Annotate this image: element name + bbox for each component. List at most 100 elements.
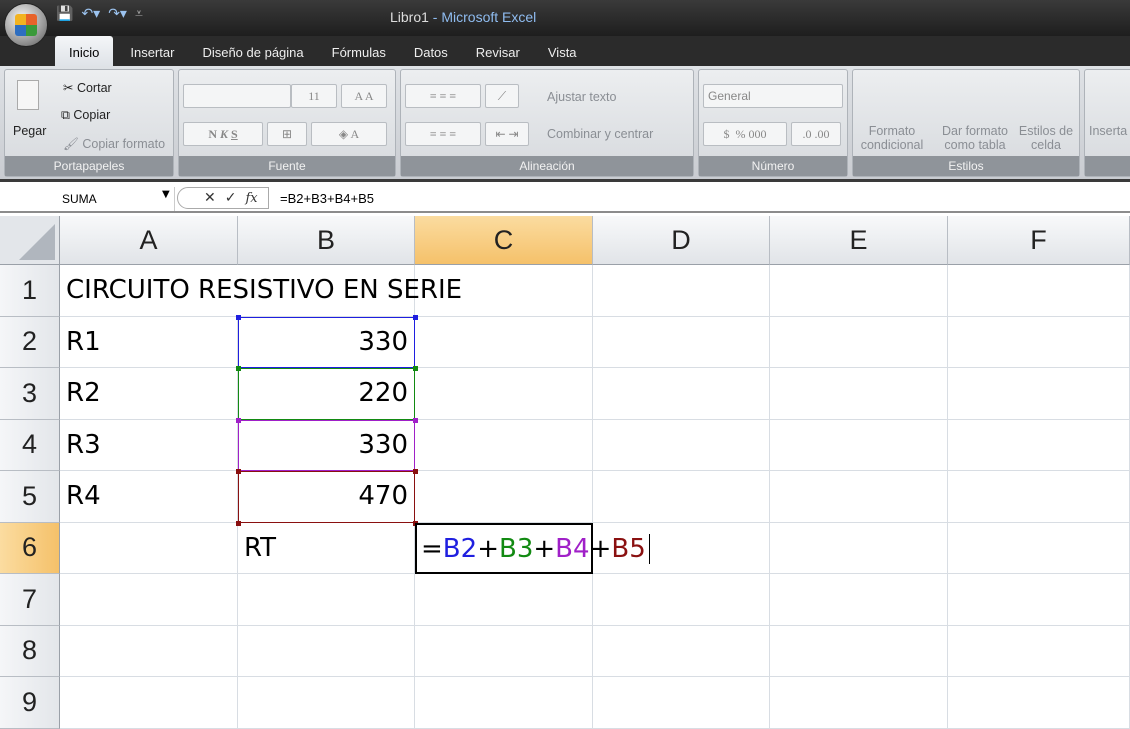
cell-C4[interactable] <box>415 419 593 471</box>
column-header-A[interactable]: A <box>60 216 238 265</box>
cell-E6[interactable] <box>770 522 948 574</box>
cell-A4[interactable]: R3 <box>60 419 238 471</box>
cell-C2[interactable] <box>415 316 593 368</box>
cell-D5[interactable] <box>593 471 770 523</box>
insert-function-icon[interactable]: fx <box>245 191 257 206</box>
name-box[interactable]: SUMA <box>0 187 175 211</box>
cell-A3[interactable]: R2 <box>60 368 238 420</box>
cell-A7[interactable] <box>60 574 238 626</box>
row-header-5[interactable]: 5 <box>0 471 60 523</box>
cell-A2[interactable]: R1 <box>60 316 238 368</box>
cell-E8[interactable] <box>770 625 948 677</box>
tab-datos[interactable]: Datos <box>400 36 462 66</box>
cell-E2[interactable] <box>770 316 948 368</box>
cell-F5[interactable] <box>948 471 1130 523</box>
cell-D2[interactable] <box>593 316 770 368</box>
column-header-B[interactable]: B <box>238 216 415 265</box>
cell-E3[interactable] <box>770 368 948 420</box>
copy-button[interactable]: ⧉ Copiar <box>61 108 110 123</box>
reference-handle[interactable] <box>236 469 241 474</box>
cell-C8[interactable] <box>415 625 593 677</box>
cell-C9[interactable] <box>415 677 593 729</box>
reference-handle[interactable] <box>236 417 241 423</box>
paste-button[interactable]: Pegar <box>13 124 46 138</box>
font-name-select[interactable] <box>183 84 291 108</box>
reference-handle[interactable] <box>413 366 418 371</box>
chevron-down-icon[interactable]: ▼ <box>162 189 170 200</box>
orientation-button[interactable]: ⟋ <box>485 84 519 108</box>
bold-italic-underline[interactable]: N K S <box>183 122 263 146</box>
merge-center-button[interactable]: Combinar y centrar <box>547 127 653 141</box>
font-size-select[interactable]: 11 <box>291 84 337 108</box>
cell-F2[interactable] <box>948 316 1130 368</box>
row-header-2[interactable]: 2 <box>0 316 60 368</box>
cell-E1[interactable] <box>770 265 948 317</box>
cell-B9[interactable] <box>238 677 415 729</box>
insert-cells-button[interactable]: Inserta <box>1089 124 1127 138</box>
cell-C3[interactable] <box>415 368 593 420</box>
active-cell-C6[interactable]: =B2+B3+B4+B5 <box>415 522 650 574</box>
cell-D7[interactable] <box>593 574 770 626</box>
enter-icon[interactable]: ✓ <box>225 190 237 206</box>
cell-A1[interactable]: CIRCUITO RESISTIVO EN SERIE <box>60 265 462 317</box>
tab-diseno-pagina[interactable]: Diseño de página <box>188 36 317 66</box>
cell-styles-button[interactable]: Estilos de celda <box>1015 124 1077 152</box>
cell-F3[interactable] <box>948 368 1130 420</box>
font-grow-shrink[interactable]: A A <box>341 84 387 108</box>
horizontal-align-buttons[interactable]: ≡ ≡ ≡ <box>405 122 481 146</box>
cell-F9[interactable] <box>948 677 1130 729</box>
indent-buttons[interactable]: ⇤ ⇥ <box>485 122 529 146</box>
row-header-9[interactable]: 9 <box>0 677 60 729</box>
tab-formulas[interactable]: Fórmulas <box>318 36 400 66</box>
cell-F1[interactable] <box>948 265 1130 317</box>
cell-D8[interactable] <box>593 625 770 677</box>
cell-A5[interactable]: R4 <box>60 471 238 523</box>
reference-handle[interactable] <box>413 314 418 320</box>
cancel-icon[interactable]: ✕ <box>204 190 216 206</box>
row-header-7[interactable]: 7 <box>0 574 60 626</box>
row-header-4[interactable]: 4 <box>0 419 60 471</box>
cell-D3[interactable] <box>593 368 770 420</box>
cell-F8[interactable] <box>948 625 1130 677</box>
cell-F6[interactable] <box>948 522 1130 574</box>
reference-handle[interactable] <box>413 469 418 474</box>
column-header-F[interactable]: F <box>948 216 1130 265</box>
tab-insertar[interactable]: Insertar <box>116 36 188 66</box>
row-header-1[interactable]: 1 <box>0 265 60 317</box>
number-format-buttons[interactable]: $ % 000 <box>703 122 787 146</box>
cell-A6[interactable] <box>60 522 238 574</box>
tab-inicio[interactable]: Inicio <box>55 36 114 66</box>
cell-F4[interactable] <box>948 419 1130 471</box>
row-header-3[interactable]: 3 <box>0 368 60 420</box>
select-all-button[interactable] <box>0 216 60 265</box>
tab-revisar[interactable]: Revisar <box>462 36 534 66</box>
cell-A9[interactable] <box>60 677 238 729</box>
cell-E7[interactable] <box>770 574 948 626</box>
decimal-buttons[interactable]: .0 .00 <box>791 122 841 146</box>
format-painter-button[interactable]: 🖌 Copiar formato <box>63 137 165 152</box>
number-format-select[interactable]: General <box>703 84 843 108</box>
cell-C7[interactable] <box>415 574 593 626</box>
cell-A8[interactable] <box>60 625 238 677</box>
column-header-C[interactable]: C <box>415 216 593 265</box>
cell-C5[interactable] <box>415 471 593 523</box>
row-header-6[interactable]: 6 <box>0 522 60 574</box>
format-as-table-button[interactable]: Dar formato como tabla <box>937 124 1013 152</box>
cell-B7[interactable] <box>238 574 415 626</box>
cell-D4[interactable] <box>593 419 770 471</box>
column-header-E[interactable]: E <box>770 216 948 265</box>
cell-E5[interactable] <box>770 471 948 523</box>
column-header-D[interactable]: D <box>593 216 770 265</box>
reference-handle[interactable] <box>236 520 241 526</box>
cut-button[interactable]: ✂ Cortar <box>63 80 112 95</box>
tab-vista[interactable]: Vista <box>534 36 591 66</box>
conditional-format-button[interactable]: Formato condicional <box>857 124 927 152</box>
cell-E9[interactable] <box>770 677 948 729</box>
fill-font-color[interactable]: ◈ A <box>311 122 387 146</box>
office-button[interactable] <box>4 3 48 47</box>
reference-handle[interactable] <box>413 417 418 423</box>
cell-D1[interactable] <box>593 265 770 317</box>
reference-handle[interactable] <box>236 314 241 320</box>
row-header-8[interactable]: 8 <box>0 625 60 677</box>
cell-B6[interactable]: RT <box>238 522 415 574</box>
